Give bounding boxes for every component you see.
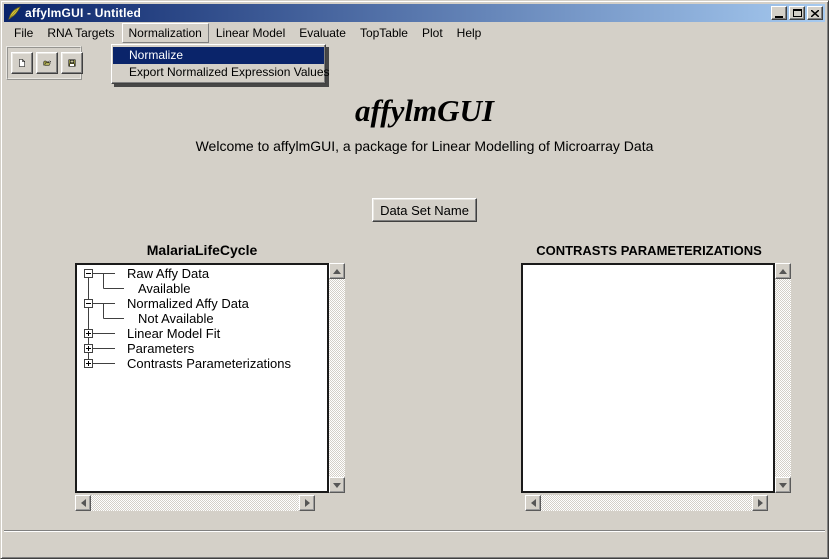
arrow-up-icon xyxy=(779,269,787,274)
dataset-tree-listbox[interactable]: Raw Affy Data Available Normalized Affy … xyxy=(75,263,329,493)
welcome-text: Welcome to affylmGUI, a package for Line… xyxy=(21,138,828,154)
arrow-right-icon xyxy=(758,499,763,507)
scroll-right-button[interactable] xyxy=(752,495,768,511)
app-window: affylmGUI - Untitled File RNA Targets No… xyxy=(0,0,829,559)
maximize-icon xyxy=(793,9,802,17)
right-panel-heading: CONTRASTS PARAMETERIZATIONS xyxy=(521,243,777,258)
tree-item-normalized-affy-data[interactable]: Normalized Affy Data xyxy=(127,296,249,311)
scroll-up-button[interactable] xyxy=(775,263,791,279)
tree-item-raw-affy-data[interactable]: Raw Affy Data xyxy=(127,266,209,281)
window-title: affylmGUI - Untitled xyxy=(25,6,141,20)
page-title: affylmGUI xyxy=(21,93,828,129)
scroll-left-button[interactable] xyxy=(75,495,91,511)
scrollbar-track[interactable] xyxy=(91,495,299,511)
arrow-left-icon xyxy=(81,499,86,507)
tree-collapse-icon[interactable] xyxy=(84,299,93,308)
right-vertical-scrollbar[interactable] xyxy=(775,263,791,493)
minimize-button[interactable] xyxy=(771,6,787,20)
menu-file[interactable]: File xyxy=(7,23,40,43)
title-bar[interactable]: affylmGUI - Untitled xyxy=(4,4,825,22)
arrow-down-icon xyxy=(333,483,341,488)
arrow-up-icon xyxy=(333,269,341,274)
menu-plot[interactable]: Plot xyxy=(415,23,450,43)
left-horizontal-scrollbar[interactable] xyxy=(75,495,315,511)
new-file-icon xyxy=(18,55,26,71)
menu-item-normalize[interactable]: Normalize xyxy=(113,47,324,64)
arrow-down-icon xyxy=(779,483,787,488)
right-horizontal-scrollbar[interactable] xyxy=(525,495,768,511)
menu-toptable[interactable]: TopTable xyxy=(353,23,415,43)
tree-collapse-icon[interactable] xyxy=(84,269,93,278)
tree-item-parameters[interactable]: Parameters xyxy=(127,341,194,356)
menu-linear-model[interactable]: Linear Model xyxy=(209,23,292,43)
tree-item-not-available[interactable]: Not Available xyxy=(138,311,214,326)
scrollbar-track[interactable] xyxy=(541,495,752,511)
left-vertical-scrollbar[interactable] xyxy=(329,263,345,493)
status-bar xyxy=(4,532,825,554)
normalization-dropdown-menu: Normalize Export Normalized Expression V… xyxy=(111,44,326,84)
open-file-button[interactable] xyxy=(36,52,58,74)
contrasts-parameterizations-listbox[interactable] xyxy=(521,263,775,493)
tree-expand-icon[interactable] xyxy=(84,329,93,338)
scroll-right-button[interactable] xyxy=(299,495,315,511)
menu-help[interactable]: Help xyxy=(450,23,489,43)
open-folder-icon xyxy=(43,55,51,71)
toolbar xyxy=(6,46,82,80)
dataset-tree: Raw Affy Data Available Normalized Affy … xyxy=(77,265,327,491)
save-file-button[interactable] xyxy=(61,52,83,74)
feather-app-icon xyxy=(7,6,22,21)
scroll-down-button[interactable] xyxy=(329,477,345,493)
tree-item-linear-model-fit[interactable]: Linear Model Fit xyxy=(127,326,220,341)
scroll-up-button[interactable] xyxy=(329,263,345,279)
tree-expand-icon[interactable] xyxy=(84,359,93,368)
left-panel-heading: MalariaLifeCycle xyxy=(75,242,329,258)
tree-expand-icon[interactable] xyxy=(84,344,93,353)
menu-rna-targets[interactable]: RNA Targets xyxy=(40,23,121,43)
scrollbar-track[interactable] xyxy=(775,279,791,477)
close-icon xyxy=(811,10,819,17)
menu-item-export-normalized[interactable]: Export Normalized Expression Values xyxy=(113,64,324,81)
data-set-name-button[interactable]: Data Set Name xyxy=(372,198,477,222)
close-button[interactable] xyxy=(807,6,823,20)
menu-evaluate[interactable]: Evaluate xyxy=(292,23,353,43)
new-file-button[interactable] xyxy=(11,52,33,74)
scrollbar-track[interactable] xyxy=(329,279,345,477)
menu-normalization[interactable]: Normalization xyxy=(122,23,209,43)
minimize-icon xyxy=(775,16,783,18)
arrow-left-icon xyxy=(531,499,536,507)
arrow-right-icon xyxy=(305,499,310,507)
menu-bar: File RNA Targets Normalization Linear Mo… xyxy=(4,22,825,43)
maximize-button[interactable] xyxy=(789,6,805,20)
tree-item-available[interactable]: Available xyxy=(138,281,191,296)
scroll-left-button[interactable] xyxy=(525,495,541,511)
tree-item-contrasts-parameterizations[interactable]: Contrasts Parameterizations xyxy=(127,356,291,371)
scroll-down-button[interactable] xyxy=(775,477,791,493)
save-floppy-icon xyxy=(68,55,76,71)
